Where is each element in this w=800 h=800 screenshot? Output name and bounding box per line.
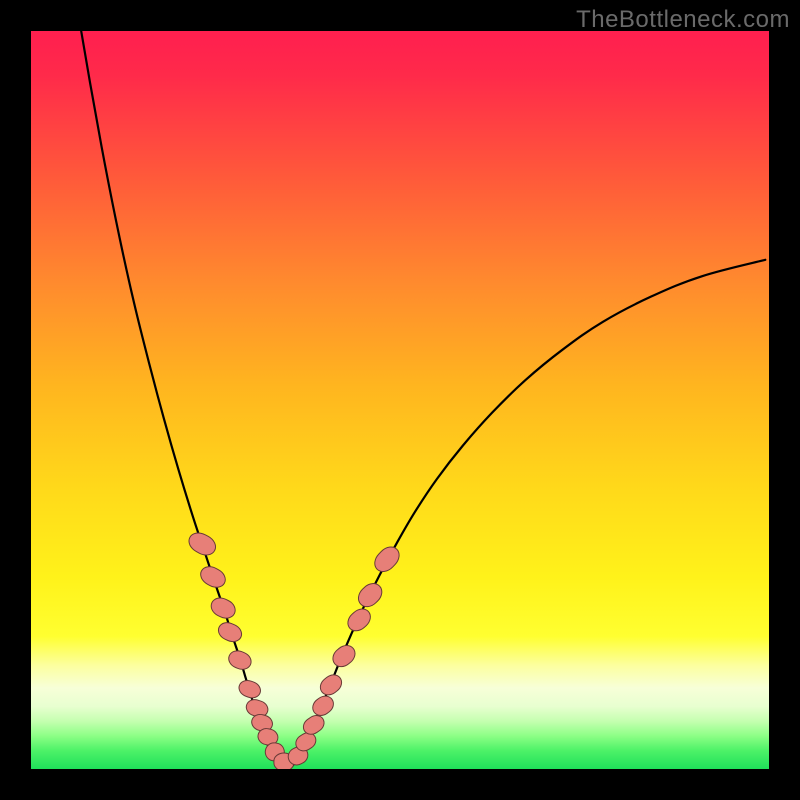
left-curve (81, 31, 280, 765)
chart-stage: TheBottleneck.com (0, 0, 800, 800)
plot-area (31, 31, 769, 769)
watermark-text: TheBottleneck.com (576, 6, 790, 34)
right-curve (293, 260, 765, 766)
curve-layer (31, 31, 769, 769)
